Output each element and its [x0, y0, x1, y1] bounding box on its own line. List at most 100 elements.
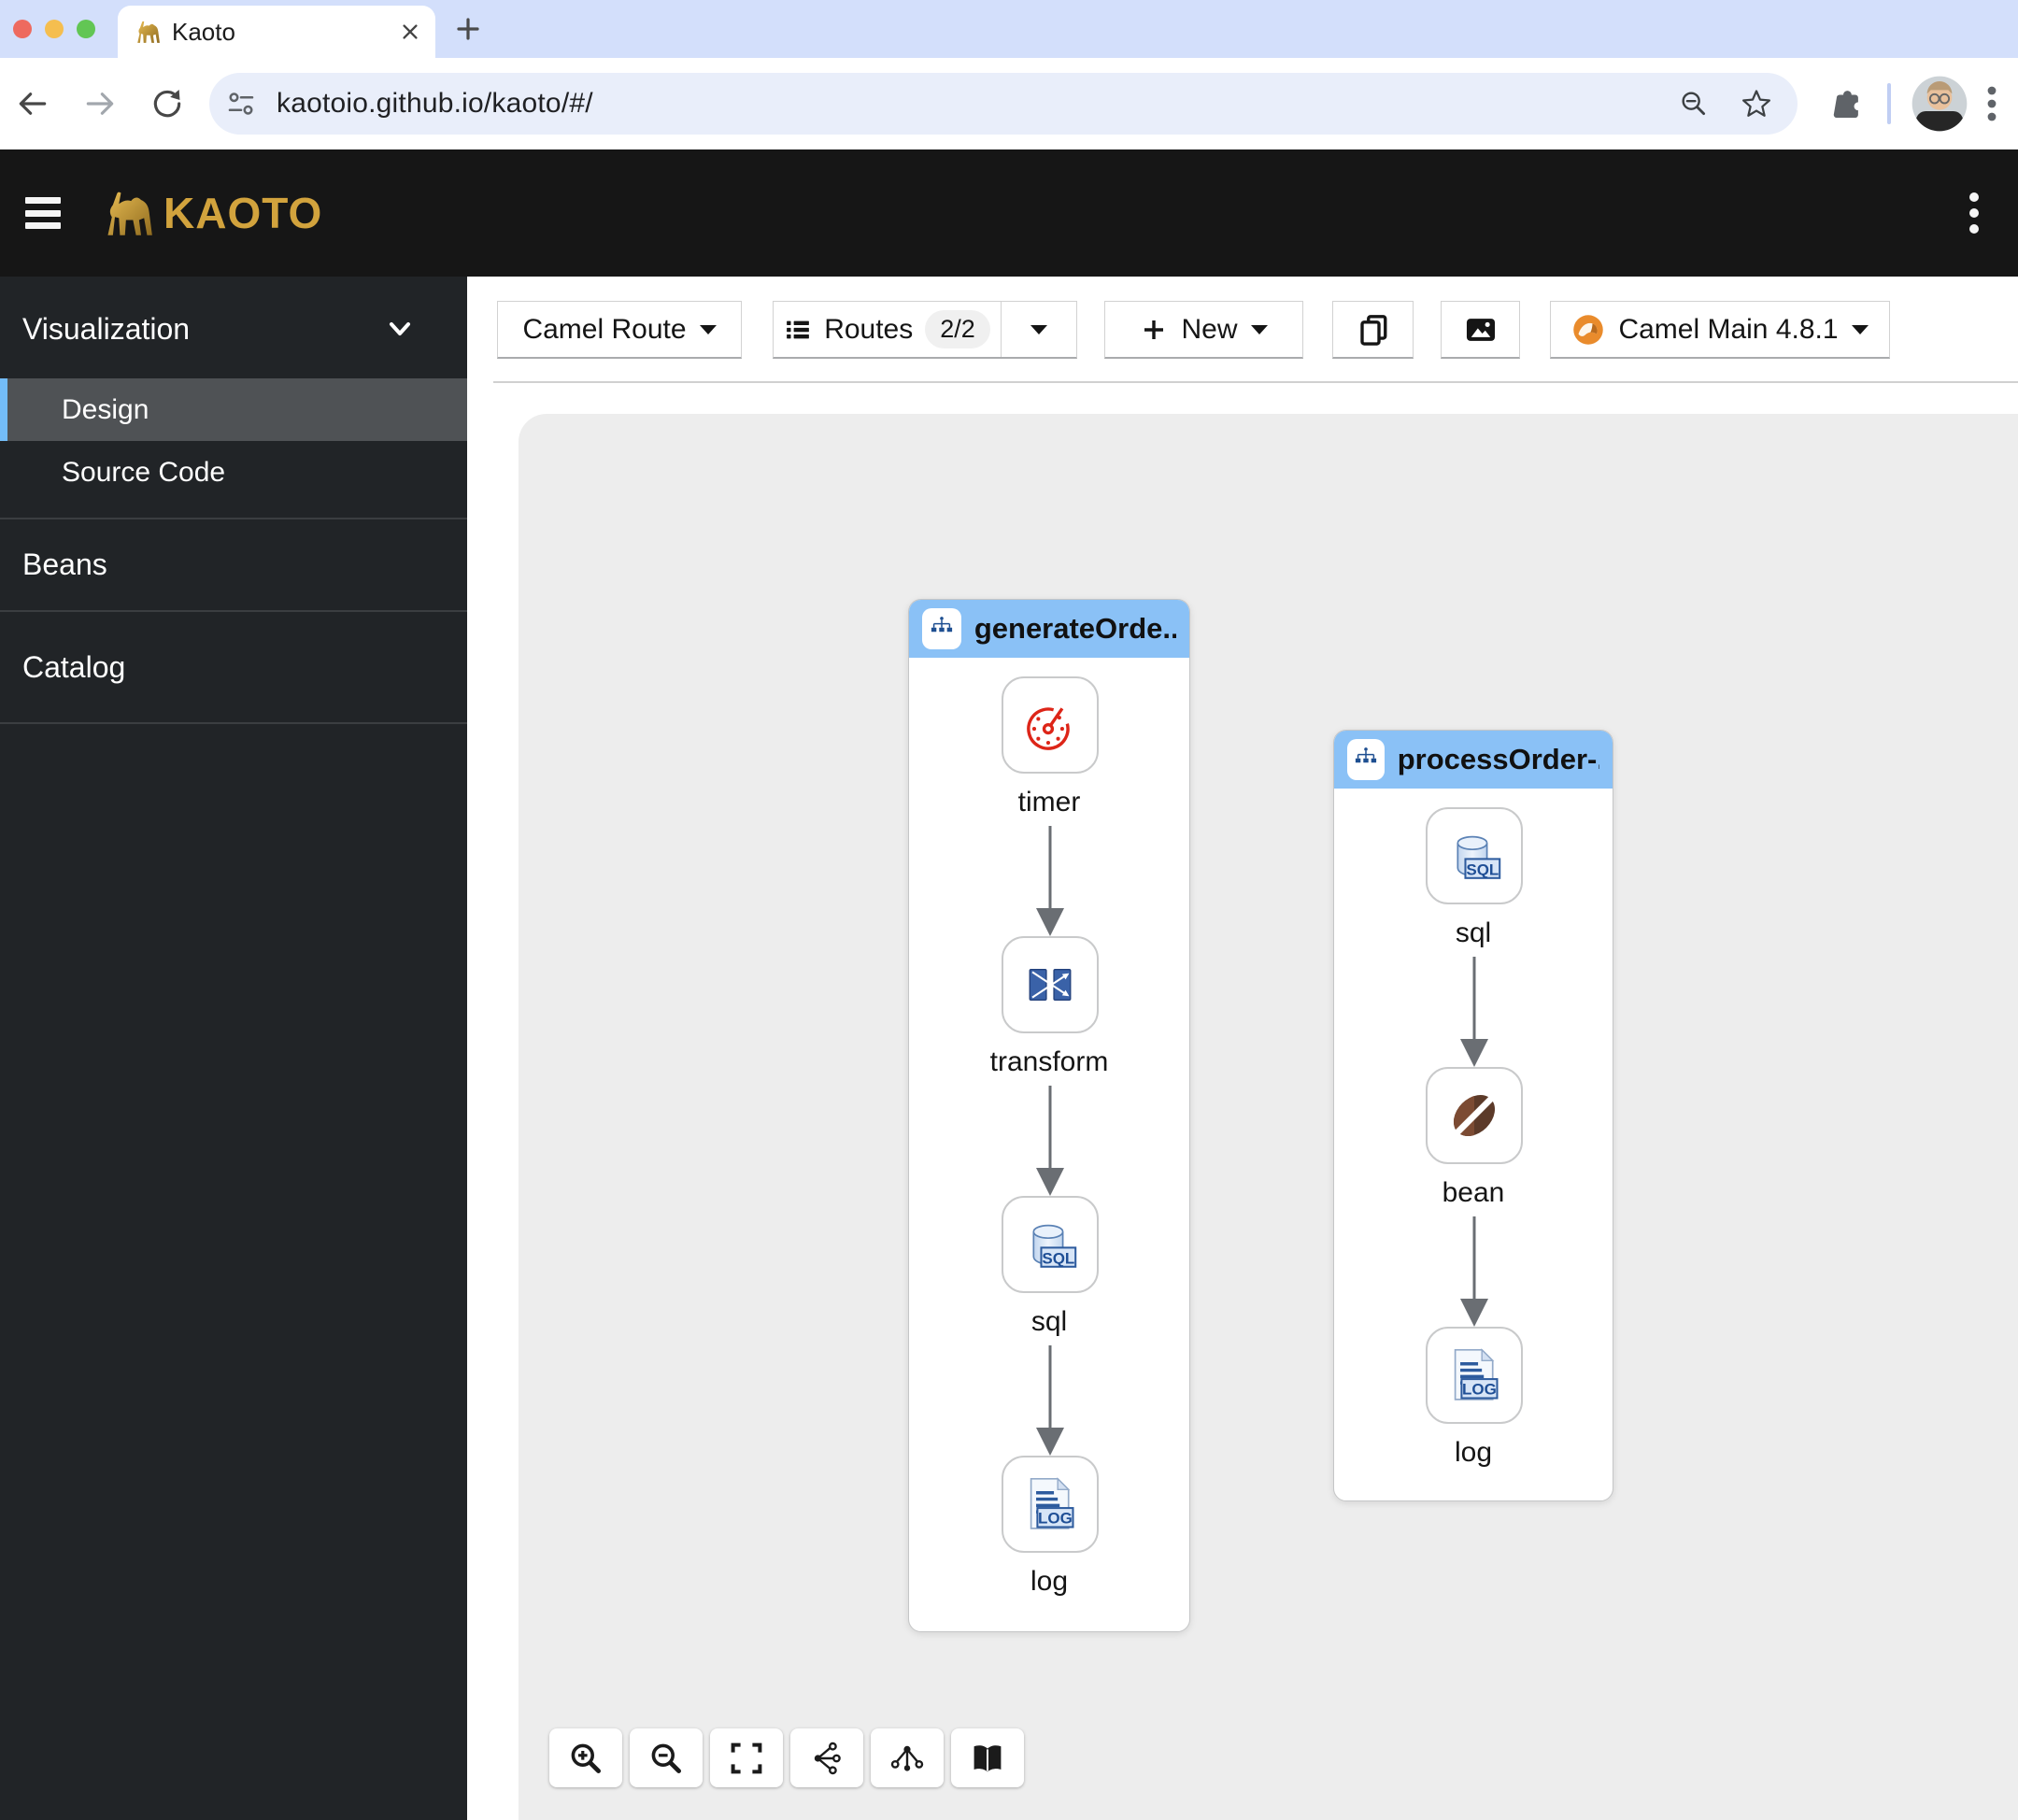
routes-dropdown-toggle[interactable] [1002, 324, 1076, 334]
step-node-transform[interactable] [1002, 936, 1099, 1033]
toolbar-divider [493, 381, 2018, 383]
step-node-bean[interactable] [1426, 1067, 1523, 1164]
tab-close-icon[interactable] [400, 21, 420, 42]
browser-menu-kebab-icon[interactable] [1986, 85, 1997, 122]
route-title: processOrder-... [1397, 743, 1599, 775]
reload-icon[interactable] [149, 86, 185, 121]
address-bar[interactable]: kaotoio.github.io/kaoto/#/ [209, 73, 1798, 135]
site-settings-icon[interactable] [224, 87, 258, 121]
sidebar-item-beans[interactable]: Beans [0, 519, 467, 610]
step-node-log[interactable]: LOG [1426, 1327, 1523, 1424]
main-content: Camel Route Routes 2/2 New Camel Main 4.… [467, 277, 2018, 1820]
window-maximize-button[interactable] [77, 20, 95, 38]
dsl-selector-label: Camel Route [522, 313, 687, 345]
screen: Kaoto kaotoio.github.io/kaoto/#/ KAOTO V… [0, 0, 2018, 1820]
fit-to-screen-button[interactable] [710, 1728, 783, 1787]
sidebar-item-design[interactable]: Design [0, 378, 467, 441]
route-header[interactable]: processOrder-... [1334, 731, 1613, 789]
bookmark-star-icon[interactable] [1740, 87, 1773, 121]
log-icon: LOG [1029, 1477, 1075, 1530]
copy-icon [1359, 314, 1386, 346]
catalog-label: Catalog [22, 649, 126, 684]
open-book-icon [973, 1744, 1002, 1771]
back-icon[interactable] [15, 86, 50, 121]
profile-avatar[interactable] [1910, 74, 1969, 134]
flow-canvas[interactable]: generateOrde... timer transform SQL sql … [519, 414, 2018, 1820]
step-label: log [1030, 1566, 1069, 1597]
copy-flow-button[interactable] [1332, 301, 1414, 359]
caret-down-icon [699, 324, 717, 334]
step-label: sql [1030, 1306, 1068, 1337]
brand-name: KAOTO [163, 189, 323, 237]
new-route-dropdown[interactable]: New [1104, 301, 1303, 359]
bean-icon [1451, 1092, 1498, 1139]
window-minimize-button[interactable] [45, 20, 64, 38]
route-container-processOrder[interactable]: processOrder-... SQL sql bean LOG log [1333, 730, 1613, 1501]
forward-icon[interactable] [82, 86, 118, 121]
step-node-log[interactable]: LOG [1002, 1456, 1099, 1553]
step-label: log [1454, 1437, 1493, 1468]
step-label: transform [989, 1046, 1109, 1077]
horizontal-layout-button[interactable] [790, 1728, 863, 1787]
window-close-button[interactable] [13, 20, 32, 38]
step-node-sql[interactable]: SQL [1002, 1196, 1099, 1293]
extensions-puzzle-icon[interactable] [1829, 86, 1865, 121]
route-icon-badge [922, 608, 961, 649]
browser-tab-strip: Kaoto [0, 0, 2018, 58]
horizontal-layout-icon [814, 1742, 841, 1774]
routes-split-button[interactable]: Routes 2/2 [773, 301, 1077, 359]
caret-down-icon [1851, 324, 1869, 334]
step-label: bean [1442, 1177, 1505, 1208]
step-node-sql[interactable]: SQL [1426, 807, 1523, 904]
dsl-selector-dropdown[interactable]: Camel Route [497, 301, 742, 359]
sidebar-item-visualization[interactable]: Visualization [0, 299, 467, 359]
brand: KAOTO [102, 187, 322, 239]
routes-list-button[interactable]: Routes 2/2 [774, 310, 1001, 348]
caret-down-icon [1030, 324, 1047, 334]
log-icon: LOG [1453, 1348, 1499, 1401]
browser-toolbar: kaotoio.github.io/kaoto/#/ [0, 58, 2018, 149]
vertical-layout-button[interactable] [871, 1728, 944, 1787]
edge-arrow [1458, 957, 1490, 1067]
window-controls [13, 20, 95, 38]
new-tab-button[interactable] [454, 15, 482, 43]
svg-text:LOG: LOG [1038, 1509, 1073, 1527]
image-icon [1466, 318, 1495, 341]
sql-icon: SQL [1457, 835, 1501, 879]
sidebar-item-catalog[interactable]: Catalog [0, 612, 467, 722]
zoom-out-button[interactable] [630, 1728, 703, 1787]
vertical-layout-icon [890, 1745, 924, 1771]
url-text: kaotoio.github.io/kaoto/#/ [277, 88, 593, 119]
tab-title: Kaoto [172, 17, 235, 46]
route-icon-badge [1347, 739, 1385, 780]
zoom-indicator-icon[interactable] [1678, 88, 1710, 120]
browser-tab[interactable]: Kaoto [118, 6, 435, 58]
new-label: New [1181, 313, 1238, 345]
edge-arrow [1034, 826, 1066, 936]
app-menu-kebab-icon[interactable] [1969, 192, 1979, 234]
svg-text:SQL: SQL [1042, 1249, 1074, 1267]
zoom-in-button[interactable] [549, 1728, 622, 1787]
route-container-generateOrder[interactable]: generateOrde... timer transform SQL sql … [908, 599, 1190, 1632]
catalog-button[interactable] [951, 1728, 1024, 1787]
edge-arrow [1034, 1086, 1066, 1196]
route-title: generateOrde... [973, 612, 1176, 645]
sidebar-toggle-hamburger-icon[interactable] [25, 197, 61, 229]
beans-label: Beans [22, 547, 107, 581]
runtime-selector-dropdown[interactable]: Camel Main 4.8.1 [1550, 301, 1890, 359]
routes-label: Routes [824, 313, 914, 345]
camel-favicon-icon [137, 21, 160, 43]
svg-text:SQL: SQL [1466, 860, 1499, 878]
step-node-timer[interactable] [1002, 676, 1099, 774]
edge-arrow [1034, 1345, 1066, 1456]
step-label: sql [1455, 917, 1492, 948]
sidebar-item-source-code[interactable]: Source Code [0, 441, 467, 504]
sidebar-nav: Visualization Design Source Code Beans C… [0, 277, 467, 1820]
visualization-toolbar: Camel Route Routes 2/2 New Camel Main 4.… [467, 301, 2018, 359]
export-image-button[interactable] [1441, 301, 1520, 359]
fit-to-screen-icon [731, 1742, 762, 1773]
edge-arrow [1458, 1216, 1490, 1327]
transform-icon [1029, 969, 1072, 1001]
route-header[interactable]: generateOrde... [909, 600, 1189, 658]
caret-down-icon [1250, 324, 1268, 334]
